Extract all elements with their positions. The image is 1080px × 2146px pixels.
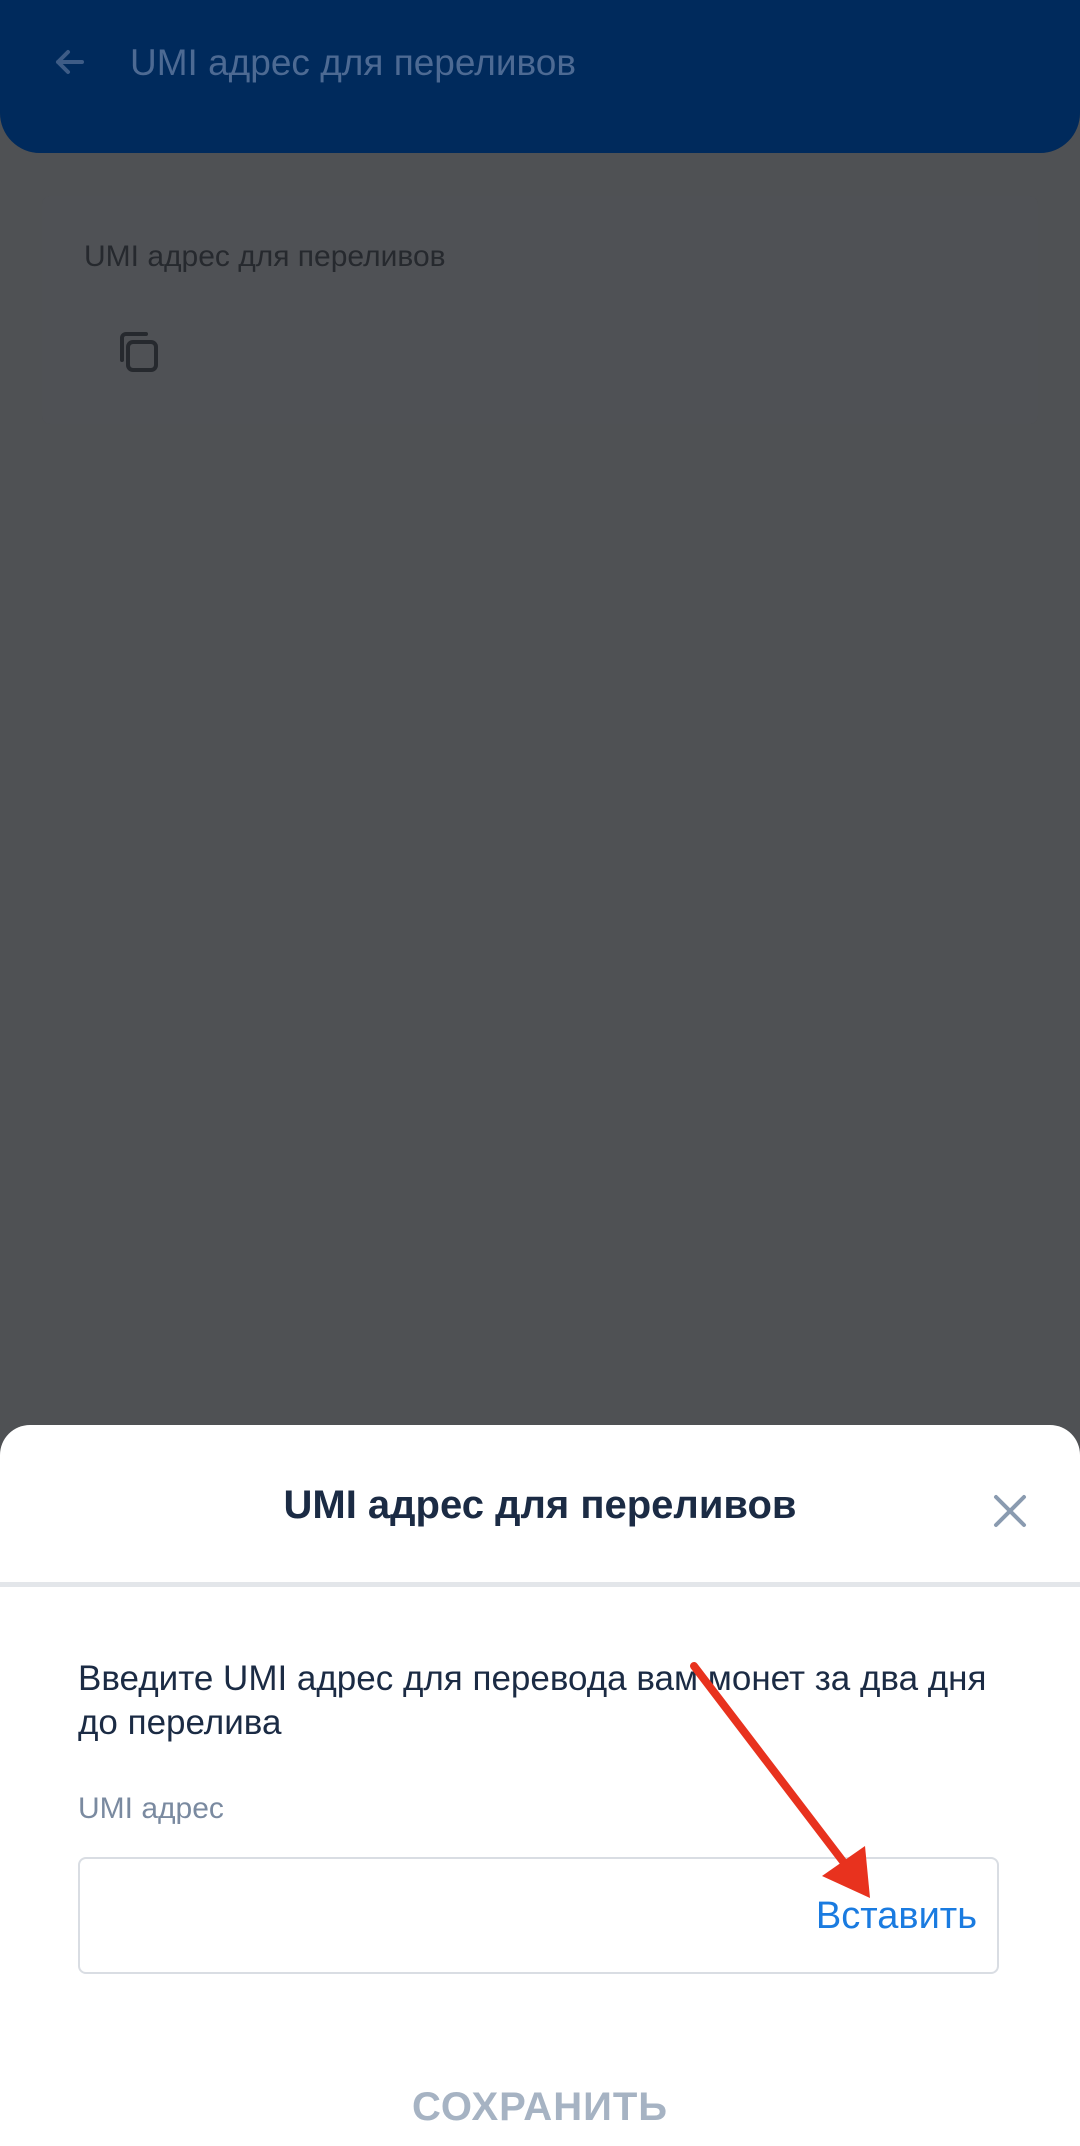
paste-button[interactable]: Вставить — [816, 1895, 977, 1938]
sheet-description: Введите UMI адрес для перевода вам монет… — [78, 1659, 987, 1742]
dimmed-arrow-left-icon — [56, 50, 84, 74]
dimmed-umi-address-card-label: UMI адрес для переливов — [84, 240, 446, 273]
dimmed-page-title: UMI адрес для переливов — [130, 42, 576, 83]
sheet-divider — [0, 1582, 1080, 1587]
umi-address-field[interactable]: Вставить — [78, 1857, 999, 1974]
dimmed-umi-address-card: UMI адрес для переливов — [42, 196, 1038, 424]
sheet-title: UMI адрес для переливов — [283, 1483, 797, 1527]
dimmed-copy-icon — [120, 332, 158, 372]
save-button[interactable]: СОХРАНИТЬ — [0, 2085, 1080, 2130]
umi-address-input[interactable] — [100, 1879, 804, 1953]
dimmed-app-header: UMI адрес для переливов — [0, 0, 1080, 153]
umi-address-bottom-sheet: UMI адрес для переливов Введите UMI адре… — [0, 1425, 1080, 2146]
close-icon[interactable] — [986, 1487, 1034, 1535]
umi-address-field-label: UMI адрес — [78, 1792, 224, 1825]
